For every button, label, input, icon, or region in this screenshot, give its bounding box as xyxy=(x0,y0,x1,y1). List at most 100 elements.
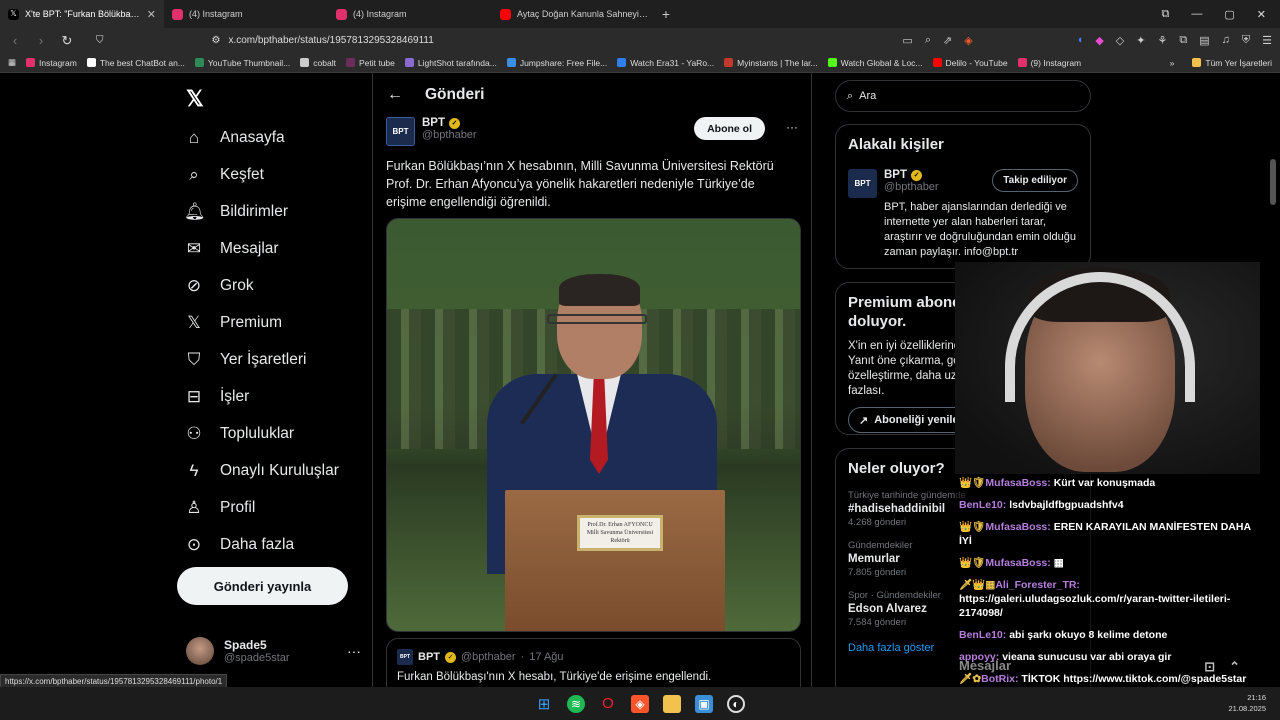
cast-icon[interactable]: ▭ xyxy=(902,34,912,47)
menu-icon[interactable]: ☰ xyxy=(1262,34,1272,47)
bookmark-label: cobalt xyxy=(313,57,336,68)
bookmark-label: Delilo - YouTube xyxy=(945,57,1008,68)
nav-item-profil[interactable]: ♙ Profil xyxy=(184,489,339,526)
bookmark-item[interactable]: Watch Era31 - YaRo... xyxy=(617,58,714,68)
folder-icon[interactable] xyxy=(663,694,681,713)
extensions-icon[interactable]: ⧉ xyxy=(1162,8,1170,21)
person-name-text: BPT xyxy=(884,169,907,181)
apps-icon[interactable]: ▦ xyxy=(8,57,16,68)
chat-input[interactable]: Mesajlar xyxy=(959,659,1011,673)
sidebar-icon[interactable]: ▤ xyxy=(1199,34,1209,47)
bookmark-item[interactable]: YouTube Thumbnail... xyxy=(194,58,290,68)
extension-icon[interactable]: ◖ xyxy=(1077,34,1084,47)
reload-icon[interactable]: ↻ xyxy=(60,33,74,49)
avatar[interactable]: BPT xyxy=(386,117,415,146)
extension-icon[interactable]: ⚘ xyxy=(1157,34,1167,47)
chat-message: 👑🛡MufasaBoss: EREN KARAYILAN MANİFESTEN … xyxy=(959,520,1256,548)
bookmark-icon[interactable]: ⛉ xyxy=(96,35,104,46)
nav-item-keşfet[interactable]: ⌕ Keşfet xyxy=(184,156,339,193)
url-field[interactable]: ⛉ ⚙ x.com/bpthaber/status/19578132953284… xyxy=(96,35,806,46)
tab-instagram-2[interactable]: (4) Instagram xyxy=(328,0,492,28)
vpn-icon[interactable]: ⛨ xyxy=(1242,34,1250,47)
maximize-icon[interactable]: ▢ xyxy=(1224,8,1234,21)
obs-icon[interactable]: ◐ xyxy=(727,694,745,713)
app-icon[interactable]: ▣ xyxy=(695,694,713,713)
related-person[interactable]: BPT BPT ✓ @bpthaber Takip ediliyor xyxy=(848,169,1078,198)
nav-item-topluluklar[interactable]: ⚇ Topluluklar xyxy=(184,415,339,452)
brave-shield-icon[interactable]: ◈ xyxy=(964,34,972,47)
bookmark-item[interactable]: (9) Instagram xyxy=(1017,58,1081,68)
extension-icon[interactable]: ◇ xyxy=(1116,34,1124,47)
brave-icon[interactable]: ◈ xyxy=(631,694,649,713)
nav-item-i-şler[interactable]: ⊟ İşler xyxy=(184,378,339,415)
system-clock[interactable]: 21:16 21.08.2025 xyxy=(1228,692,1266,714)
tab-x-post[interactable]: 𝕏 X'te BPT: "Furkan Bölükbaşı'nın X ✕ xyxy=(0,0,164,28)
bookmark-item[interactable]: cobalt xyxy=(300,58,336,68)
nav-item-anasayfa[interactable]: ⌂ Anasayfa xyxy=(184,119,339,156)
minimize-icon[interactable]: — xyxy=(1191,8,1202,21)
puzzle-icon[interactable]: ⧉ xyxy=(1179,34,1187,47)
collapse-icon[interactable]: ⌃ xyxy=(1229,660,1240,674)
opera-icon[interactable]: O xyxy=(599,695,617,713)
back-arrow-icon[interactable]: ← xyxy=(387,86,403,104)
account-switcher[interactable]: Spade5 @spade5star ··· xyxy=(186,637,361,665)
more-icon[interactable]: ··· xyxy=(347,643,361,659)
bookmark-label: Watch Era31 - YaRo... xyxy=(630,57,715,68)
nav-item-yer-i-şaretleri[interactable]: ⛉ Yer İşaretleri xyxy=(184,341,339,378)
podium-plaque: Prof.Dr. Erhan AFYONCU Milli Savunma Üni… xyxy=(577,515,663,551)
windows-start-icon[interactable]: ⊞ xyxy=(535,695,553,713)
nav-label: Grok xyxy=(220,276,254,294)
clock-time: 21:16 xyxy=(1247,693,1266,702)
nav-item-grok[interactable]: ⊘ Grok xyxy=(184,267,339,304)
search-input[interactable]: ⌕ Ara xyxy=(835,80,1091,112)
extension-icon[interactable]: ◆ xyxy=(1095,34,1103,47)
back-icon[interactable]: ‹ xyxy=(8,33,22,48)
chat-badges: 🗡👑▦ xyxy=(959,579,996,591)
zoom-icon[interactable]: ⌕ xyxy=(925,34,931,47)
bookmark-folder[interactable]: Tüm Yer İşaretleri xyxy=(1192,58,1272,68)
bookmark-item[interactable]: Instagram xyxy=(26,58,77,68)
nav-item-onaylı-kuruluşlar[interactable]: ϟ Onaylı Kuruluşlar xyxy=(184,452,339,489)
author-name[interactable]: BPT ✓ xyxy=(422,117,477,129)
nav-item-mesajlar[interactable]: ✉ Mesajlar xyxy=(184,230,339,267)
music-icon[interactable]: ♫ xyxy=(1222,34,1230,47)
post-button[interactable]: Gönderi yayınla xyxy=(177,567,348,605)
site-info-icon[interactable]: ⚙ xyxy=(212,35,221,46)
bookmark-item[interactable]: Petit tube xyxy=(345,58,395,68)
bookmark-item[interactable]: Jumpshare: Free File... xyxy=(506,58,607,68)
avatar: BPT xyxy=(848,169,877,198)
chat-icon[interactable]: ⊡ xyxy=(1204,660,1215,674)
tab-youtube[interactable]: Aytaç Doğan Kanunla Sahneyi Yıktı | xyxy=(492,0,656,28)
nav-item-daha-fazla[interactable]: ⊙ Daha fazla xyxy=(184,526,339,563)
new-tab-button[interactable]: + xyxy=(656,6,676,22)
separator: · xyxy=(520,651,525,663)
clock-date: 21.08.2025 xyxy=(1228,704,1266,713)
chevron-right-icon[interactable]: » xyxy=(1170,58,1175,68)
spotify-icon[interactable]: ≋ xyxy=(567,694,585,713)
share-icon[interactable]: ⇗ xyxy=(943,34,952,47)
close-icon[interactable]: ✕ xyxy=(147,8,156,21)
x-logo-icon[interactable]: 𝕏 xyxy=(186,86,204,112)
scrollbar[interactable] xyxy=(1270,159,1276,205)
page-title: Gönderi xyxy=(425,86,485,103)
subscribe-button[interactable]: Abone ol xyxy=(694,117,765,140)
forward-icon[interactable]: › xyxy=(34,33,48,48)
extension-icon[interactable]: ✦ xyxy=(1136,34,1145,47)
glasses xyxy=(547,314,647,324)
nav-item-premium[interactable]: 𝕏 Premium xyxy=(184,304,339,341)
nav-list: ⌂ Anasayfa ⌕ Keşfet 🔔︎ Bildirimler ✉ Mesajlar ⊘ G… xyxy=(184,119,339,563)
following-button[interactable]: Takip ediliyor xyxy=(992,169,1078,192)
close-window-icon[interactable]: ✕ xyxy=(1257,8,1266,21)
more-icon[interactable]: ··· xyxy=(786,120,798,134)
bookmark-item[interactable]: LightShot tarafında... xyxy=(404,58,497,68)
nav-item-bildirimler[interactable]: 🔔︎ Bildirimler xyxy=(184,193,339,230)
tab-instagram-1[interactable]: (4) Instagram xyxy=(164,0,328,28)
bookmark-item[interactable]: Delilo - YouTube xyxy=(932,57,1008,68)
bookmark-item[interactable]: Myinstants | The lar... xyxy=(724,58,818,68)
bookmark-item[interactable]: The best ChatBot an... xyxy=(86,58,185,68)
post-photo[interactable]: Prof.Dr. Erhan AFYONCU Milli Savunma Üni… xyxy=(386,218,801,632)
bookmark-item[interactable]: Watch Global & Loc... xyxy=(827,58,923,68)
nav-label: Keşfet xyxy=(220,165,264,183)
chat-message: 🗡👑▦Ali_Forester_TR: https://galeri.uluda… xyxy=(959,578,1256,620)
renew-subscription-button[interactable]: ↗ Aboneliği yenile xyxy=(848,407,970,433)
